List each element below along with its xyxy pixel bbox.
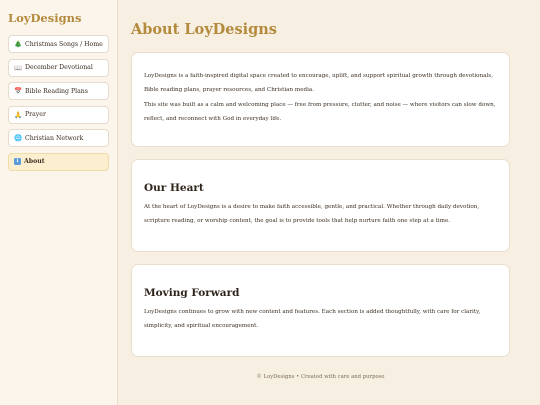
globe-icon: 🌐 bbox=[14, 134, 23, 142]
intro-paragraph-1: LoyDesigns is a faith-inspired digital s… bbox=[144, 73, 493, 93]
footer-text: © LoyDesigns • Created with care and pur… bbox=[256, 374, 385, 380]
sidebar-item-label: Christian Network bbox=[25, 134, 84, 142]
sidebar-item-label: December Devotional bbox=[25, 64, 93, 71]
info-icon: ℹ bbox=[14, 158, 21, 165]
sidebar: LoyDesigns 🎄 Christmas Songs / Home 📖 De… bbox=[0, 0, 118, 405]
sidebar-item-label: Bible Reading Plans bbox=[25, 87, 88, 95]
moving-forward-text: LoyDesigns continues to grow with new co… bbox=[144, 309, 481, 329]
moving-forward-heading: Moving Forward bbox=[144, 287, 240, 299]
sidebar-item-label: Christmas Songs / Home bbox=[25, 40, 103, 48]
christmas-tree-icon: 🎄 bbox=[14, 40, 23, 48]
sidebar-item-christian-network[interactable]: 🌐 Christian Network bbox=[8, 129, 109, 147]
intro-paragraph-2: This site was built as a calm and welcom… bbox=[144, 102, 496, 122]
calendar-icon: 📅 bbox=[14, 87, 23, 95]
our-heart-text: At the heart of LoyDesigns is a desire t… bbox=[144, 204, 480, 224]
our-heart-card: Our Heart At the heart of LoyDesigns is … bbox=[131, 159, 510, 252]
book-icon: 📖 bbox=[14, 63, 23, 72]
moving-forward-card: Moving Forward LoyDesigns continues to g… bbox=[131, 264, 510, 357]
sidebar-item-december-devotional[interactable]: 📖 December Devotional bbox=[8, 58, 109, 77]
page-title: About LoyDesigns bbox=[131, 21, 277, 38]
sidebar-item-christmas-songs[interactable]: 🎄 Christmas Songs / Home bbox=[8, 35, 109, 53]
brand-logo[interactable]: LoyDesigns bbox=[8, 11, 109, 25]
our-heart-heading: Our Heart bbox=[144, 182, 204, 194]
sidebar-item-label: Prayer bbox=[25, 111, 46, 118]
praying-hands-icon: 🙏 bbox=[14, 110, 23, 119]
intro-card: LoyDesigns is a faith-inspired digital s… bbox=[131, 52, 510, 147]
sidebar-item-label: About bbox=[24, 158, 45, 165]
sidebar-item-prayer[interactable]: 🙏 Prayer bbox=[8, 105, 109, 124]
sidebar-nav: 🎄 Christmas Songs / Home 📖 December Devo… bbox=[8, 35, 109, 171]
sidebar-item-about[interactable]: ℹ About bbox=[8, 152, 109, 171]
main-content: About LoyDesigns LoyDesigns is a faith-i… bbox=[119, 0, 540, 405]
sidebar-item-bible-reading-plans[interactable]: 📅 Bible Reading Plans bbox=[8, 82, 109, 100]
